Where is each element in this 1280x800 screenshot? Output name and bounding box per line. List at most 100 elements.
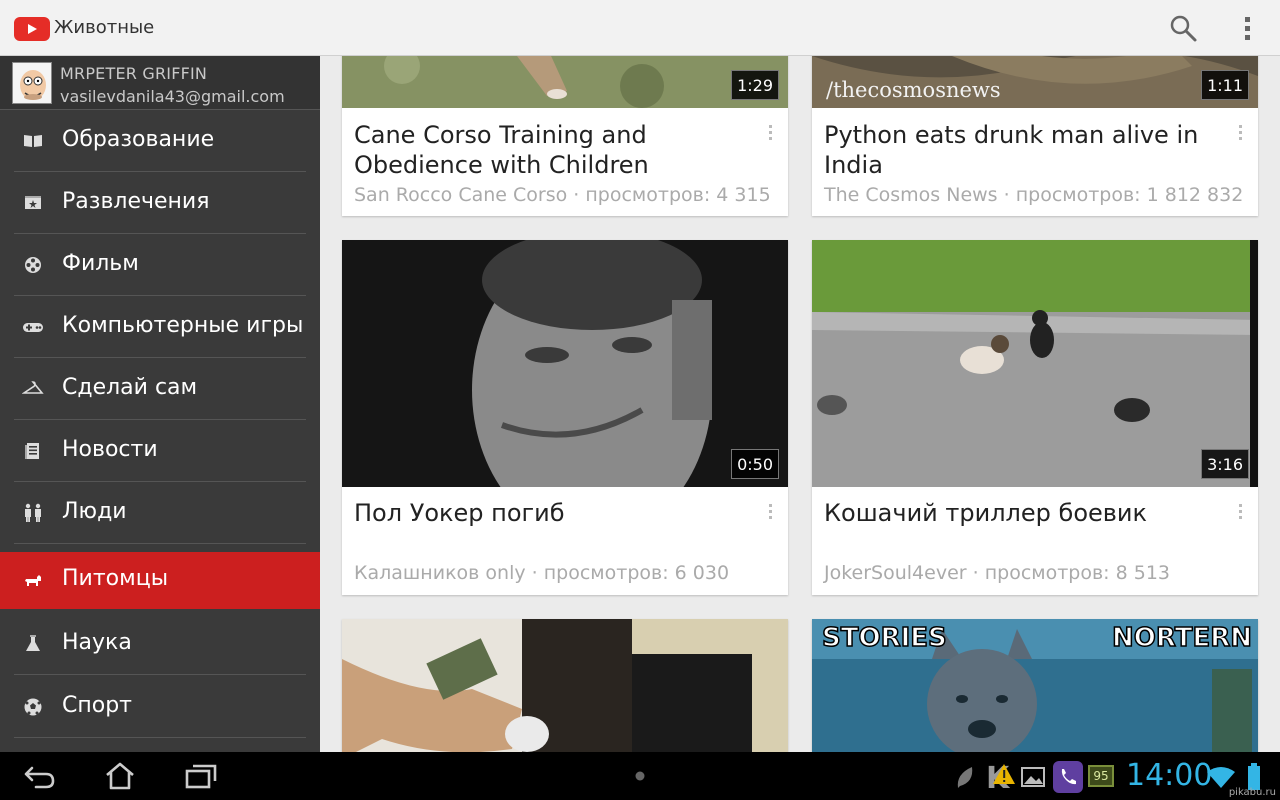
video-meta: San Rocco Cane Corso · просмотров: 4 315 [354,184,771,206]
video-card[interactable] [342,619,788,752]
sidebar-item-games[interactable]: Компьютерные игры [0,296,320,358]
sidebar-item-label: Развлечения [62,189,210,214]
video-meta: JokerSoul4ever · просмотров: 8 513 [824,562,1171,584]
hanger-icon [22,381,44,394]
home-icon[interactable] [104,760,136,792]
book-icon [24,135,42,147]
film-reel-icon [25,257,41,273]
video-duration: 1:11 [1201,70,1249,100]
sidebar-item-entertainment[interactable]: Развлечения [0,172,320,234]
back-icon[interactable] [22,760,58,792]
status-clock[interactable]: 14:00 [1126,758,1212,793]
page-title: Животные [54,17,155,38]
account-name: MRPETER GRIFFIN [60,64,208,83]
sidebar-item-diy[interactable]: Сделай сам [0,358,320,420]
system-navigation-bar: K 95 14:00 pikabu.ru [0,752,1280,800]
newspaper-icon [25,443,39,459]
card-menu-icon[interactable] [1238,503,1244,521]
video-thumbnail[interactable]: /thecosmosnews 1:11 [812,56,1258,108]
people-icon [25,503,41,522]
thumbnail-watermark-text: /thecosmosnews [826,78,1001,102]
sidebar-item-pets[interactable]: Питомцы [0,552,320,609]
recent-apps-icon[interactable] [184,760,218,792]
video-title[interactable]: Пол Уокер погиб [354,498,749,528]
video-thumbnail[interactable]: 1:29 [342,56,788,108]
card-menu-icon[interactable] [768,124,774,142]
video-channel[interactable]: JokerSoul4ever [824,562,967,584]
viber-icon [1053,761,1083,793]
video-meta: Калашников only · просмотров: 6 030 [354,562,730,584]
sidebar-item-sport[interactable]: Спорт [0,676,320,738]
video-card[interactable]: STORIES NORTERN [812,619,1258,752]
divider [14,674,306,675]
video-thumbnail[interactable] [342,619,788,752]
video-views: просмотров: 4 315 [585,184,771,206]
sidebar-item-label: Питомцы [62,566,169,591]
flask-icon [26,635,40,651]
sidebar-item-label: Наука [62,630,132,655]
sidebar-item-education[interactable]: Образование [0,110,320,172]
video-card[interactable]: /thecosmosnews 1:11 Python eats drunk ma… [812,56,1258,216]
gamepad-icon [23,323,43,332]
grass-thumbnail-image [342,56,788,108]
overflow-menu-icon[interactable] [1238,13,1258,43]
sidebar-item-label: Новости [62,437,158,462]
video-views: просмотров: 8 513 [984,562,1171,584]
video-views: просмотров: 1 812 832 [1015,184,1244,206]
thumbnail-caption-left: STORIES [821,622,947,654]
thumbnail-caption-right: NORTERN [1111,622,1253,654]
video-thumbnail[interactable]: 3:16 [812,240,1258,487]
avatar [12,62,52,104]
soccer-ball-icon [24,698,42,716]
kaspersky-k-icon: K [986,762,1015,792]
action-bar: Животные [0,0,1280,56]
card-menu-icon[interactable] [768,503,774,521]
sidebar-item-people[interactable]: Люди [0,482,320,544]
page-indicator-icon [635,771,645,781]
sidebar-item-label: Сделай сам [62,375,198,400]
portrait-thumbnail-image [342,240,788,487]
sidebar-item-label: Компьютерные игры [62,313,304,338]
video-duration: 0:50 [731,449,779,479]
card-menu-icon[interactable] [1238,124,1244,142]
sidebar-item-label: Образование [62,127,215,152]
watermark: pikabu.ru [1228,787,1276,798]
cats-thumbnail-image [812,240,1258,487]
video-views: просмотров: 6 030 [543,562,730,584]
sidebar-item-film[interactable]: Фильм [0,234,320,296]
sidebar-item-news[interactable]: Новости [0,420,320,482]
leaf-status-icon [957,767,973,788]
search-icon[interactable] [1168,13,1198,43]
video-duration: 3:16 [1201,449,1249,479]
divider [14,543,306,544]
divider [14,737,306,738]
video-thumbnail[interactable]: STORIES NORTERN [812,619,1258,752]
video-title[interactable]: Cane Corso Training and Obedience with C… [354,120,749,180]
video-grid: 1:29 Cane Corso Training and Obedience w… [320,56,1280,752]
category-sidebar: MRPETER GRIFFIN vasilevdanila43@gmail.co… [0,56,320,752]
video-channel[interactable]: The Cosmos News [824,184,998,206]
video-thumbnail[interactable]: 0:50 [342,240,788,487]
room-thumbnail-image [342,619,788,752]
avatar-face-icon [13,63,51,103]
video-card[interactable]: 3:16 Кошачий триллер боевик JokerSoul4ev… [812,240,1258,595]
sidebar-item-label: Спорт [62,693,132,718]
video-channel[interactable]: San Rocco Cane Corso [354,184,567,206]
sidebar-item-science[interactable]: Наука [0,613,320,675]
account-header[interactable]: MRPETER GRIFFIN vasilevdanila43@gmail.co… [0,56,320,110]
ticket-icon [25,196,41,209]
video-card[interactable]: 0:50 Пол Уокер погиб Калашников only · п… [342,240,788,595]
video-meta: The Cosmos News · просмотров: 1 812 832 [824,184,1244,206]
sidebar-item-label: Фильм [62,251,139,276]
youtube-logo-icon[interactable] [14,17,50,41]
dog-icon [25,575,41,586]
sidebar-item-label: Люди [62,499,127,524]
video-duration: 1:29 [731,70,779,100]
video-channel[interactable]: Калашников only [354,562,526,584]
video-card[interactable]: 1:29 Cane Corso Training and Obedience w… [342,56,788,216]
battery-badge: 95 [1088,765,1114,787]
gallery-icon [1021,767,1045,787]
video-title[interactable]: Кошачий триллер боевик [824,498,1219,528]
account-email: vasilevdanila43@gmail.com [60,87,285,106]
video-title[interactable]: Python eats drunk man alive in India [824,120,1219,180]
